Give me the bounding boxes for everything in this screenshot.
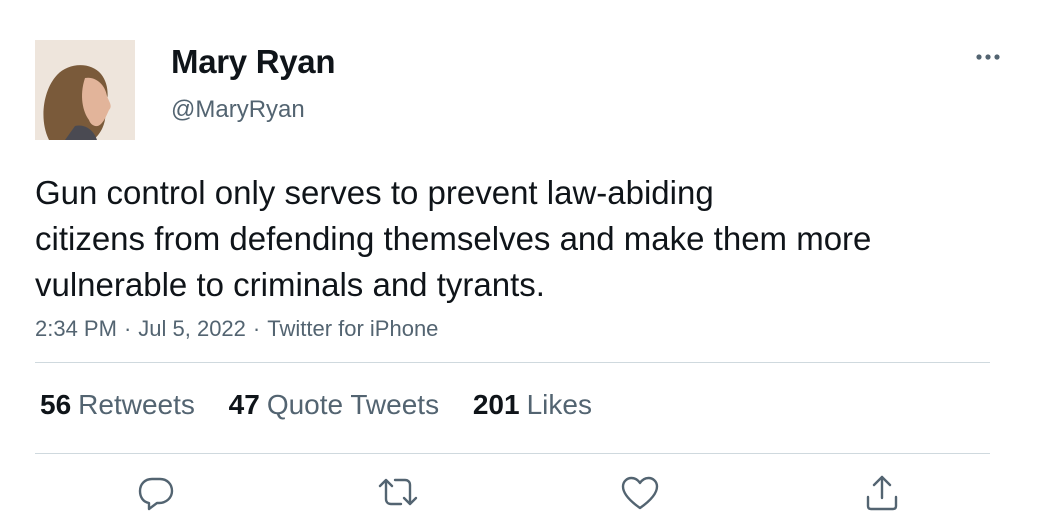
retweets-count: 56 bbox=[40, 389, 72, 420]
tweet-text-line: vulnerable to criminals and tyrants. bbox=[35, 266, 545, 303]
retweets-stat[interactable]: 56 Retweets bbox=[40, 387, 195, 423]
divider bbox=[35, 453, 990, 454]
like-button[interactable] bbox=[618, 473, 662, 517]
tweet-date[interactable]: Jul 5, 2022 bbox=[138, 316, 246, 341]
quote-tweets-stat[interactable]: 47 Quote Tweets bbox=[229, 387, 439, 423]
reply-button[interactable] bbox=[134, 473, 178, 517]
author-display-name[interactable]: Mary Ryan bbox=[171, 40, 336, 84]
share-button[interactable] bbox=[860, 473, 904, 517]
avatar[interactable] bbox=[35, 40, 135, 140]
likes-stat[interactable]: 201 Likes bbox=[473, 387, 592, 423]
quote-tweets-label: Quote Tweets bbox=[266, 389, 440, 420]
author-handle[interactable]: @MaryRyan bbox=[171, 94, 305, 126]
more-options-button[interactable] bbox=[973, 45, 1005, 69]
tweet-text-line: citizens from defending themselves and m… bbox=[35, 220, 872, 257]
tweet-metadata: 2:34 PM · Jul 5, 2022 · Twitter for iPhone bbox=[35, 313, 438, 345]
retweet-button[interactable] bbox=[376, 473, 420, 517]
meta-separator: · bbox=[252, 316, 261, 341]
likes-count: 201 bbox=[472, 389, 520, 420]
quote-tweets-count: 47 bbox=[228, 389, 260, 420]
reply-icon bbox=[138, 477, 174, 511]
tweet-text-line: Gun control only serves to prevent law-a… bbox=[35, 174, 714, 211]
avatar-photo bbox=[35, 40, 135, 140]
share-icon bbox=[866, 475, 898, 511]
tweet-source[interactable]: Twitter for iPhone bbox=[267, 316, 438, 341]
meta-separator: · bbox=[123, 316, 132, 341]
tweet-stats: 56 Retweets 47 Quote Tweets 201 Likes bbox=[40, 387, 618, 423]
more-icon bbox=[976, 54, 1000, 60]
tweet-time[interactable]: 2:34 PM bbox=[35, 316, 117, 341]
divider bbox=[35, 362, 990, 363]
retweets-label: Retweets bbox=[78, 389, 195, 420]
retweet-icon bbox=[378, 478, 418, 506]
likes-label: Likes bbox=[526, 389, 592, 420]
tweet-text: Gun control only serves to prevent law-a… bbox=[35, 170, 995, 308]
like-icon bbox=[621, 476, 659, 510]
